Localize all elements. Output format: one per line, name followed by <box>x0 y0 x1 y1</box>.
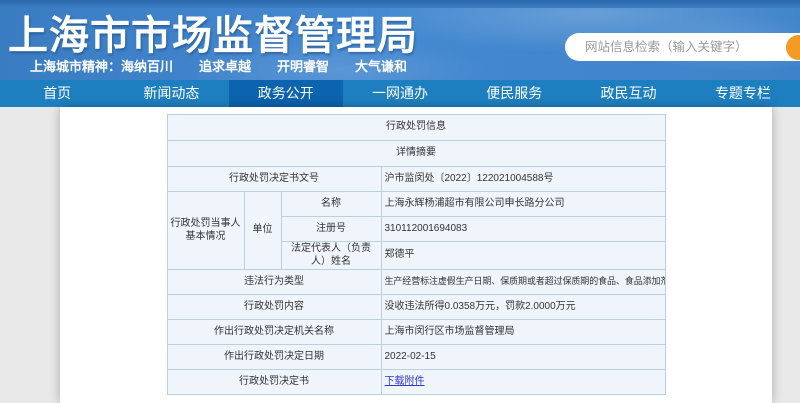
main-nav: 首页 新闻动态 政务公开 一网通办 便民服务 政民互动 专题专栏 <box>0 80 800 107</box>
nav-item-home[interactable]: 首页 <box>0 80 114 107</box>
authority-value: 上海市闵行区市场监督管理局 <box>380 319 666 345</box>
legal-rep-value: 郑德平 <box>380 241 666 270</box>
legal-rep-label: 法定代表人（负责人）姓名 <box>280 241 382 270</box>
party-type-label: 单位 <box>243 191 282 270</box>
party-section-label: 行政处罚当事人基本情况 <box>166 191 245 270</box>
site-search-box <box>565 33 800 61</box>
nav-item-one-stop[interactable]: 一网通办 <box>343 80 457 107</box>
site-title: 上海市市场监督管理局 <box>8 14 418 58</box>
search-input[interactable] <box>585 34 780 60</box>
site-header: 上海市市场监督管理局 上海城市精神：海纳百川 追求卓越 开明睿智 大气谦和 <box>0 0 800 80</box>
nav-item-interaction[interactable]: 政民互动 <box>571 80 685 107</box>
download-attachment-link[interactable]: 下载附件 <box>385 376 425 387</box>
penalty-info-table: 行政处罚信息 详情摘要 行政处罚决定书文号 沪市监闵处〔2022〕1220210… <box>166 114 666 395</box>
decision-date-value: 2022-02-15 <box>380 344 666 370</box>
nav-item-gov-affairs[interactable]: 政务公开 <box>228 80 343 107</box>
content-panel: 行政处罚信息 详情摘要 行政处罚决定书文号 沪市监闵处〔2022〕1220210… <box>60 107 772 403</box>
company-name-value: 上海永辉杨浦超市有限公司申长路分公司 <box>380 191 666 217</box>
table-subtitle: 详情摘要 <box>166 140 666 167</box>
doc-no-label: 行政处罚决定书文号 <box>166 166 382 192</box>
reg-no-label: 注册号 <box>280 216 382 242</box>
nav-item-public-service[interactable]: 便民服务 <box>457 80 571 107</box>
city-spirit-motto: 上海城市精神：海纳百川 追求卓越 开明睿智 大气谦和 <box>30 59 408 74</box>
decision-date-label: 作出行政处罚决定日期 <box>166 344 382 370</box>
page-body: 行政处罚信息 详情摘要 行政处罚决定书文号 沪市监闵处〔2022〕1220210… <box>0 107 800 403</box>
violation-type-value: 生产经营标注虚假生产日期、保质期或者超过保质期的食品、食品添加剂 <box>380 269 666 295</box>
violation-type-label: 违法行为类型 <box>166 269 382 295</box>
authority-label: 作出行政处罚决定机关名称 <box>166 319 382 345</box>
search-icon[interactable] <box>786 35 800 60</box>
doc-no-value: 沪市监闵处〔2022〕122021004588号 <box>380 166 666 192</box>
nav-item-special-topics[interactable]: 专题专栏 <box>686 80 800 107</box>
reg-no-value: 310112001694083 <box>380 216 666 242</box>
decision-doc-label: 行政处罚决定书 <box>166 369 382 395</box>
nav-item-news[interactable]: 新闻动态 <box>114 80 228 107</box>
penalty-content-value: 没收违法所得0.0358万元，罚款2.0000万元 <box>380 294 666 320</box>
company-name-label: 名称 <box>280 191 382 217</box>
table-title: 行政处罚信息 <box>166 114 666 141</box>
penalty-content-label: 行政处罚内容 <box>166 294 382 320</box>
